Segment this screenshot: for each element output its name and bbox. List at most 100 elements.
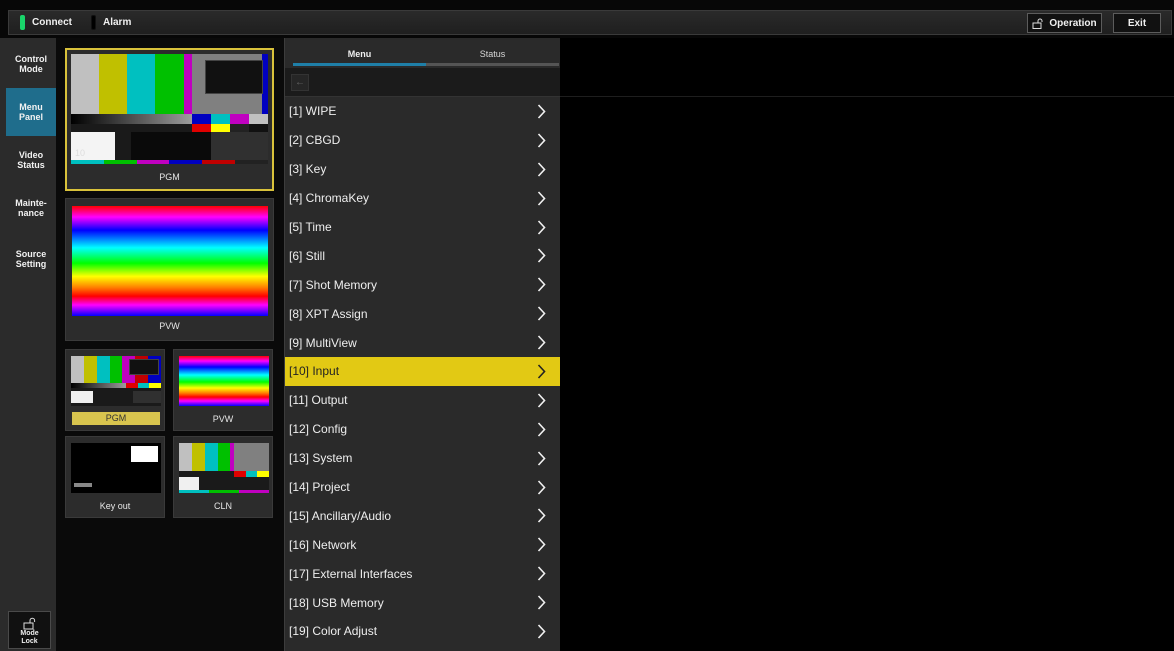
menu-item[interactable]: [19] Color Adjust bbox=[285, 617, 561, 646]
chevron-right-icon bbox=[537, 220, 546, 235]
menu-item[interactable]: [11] Output bbox=[285, 386, 561, 415]
alarm-label: Alarm bbox=[103, 17, 132, 28]
nav-label-line2: nance bbox=[17, 208, 44, 218]
nav-source-setting[interactable]: Source Setting bbox=[6, 235, 56, 283]
pvw-rainbow-image bbox=[72, 206, 268, 316]
unlock-icon bbox=[1032, 18, 1043, 29]
chevron-right-icon bbox=[537, 104, 546, 119]
connect-lamp-icon bbox=[20, 15, 25, 30]
menu-item[interactable]: [3] Key bbox=[285, 155, 561, 184]
chevron-right-icon bbox=[537, 508, 546, 524]
nav-control-mode[interactable]: Control Mode bbox=[6, 40, 56, 88]
menu-item-label: [13] System bbox=[289, 451, 353, 466]
menu-item[interactable]: [6] Still bbox=[285, 241, 561, 270]
menu-item-label: [19] Color Adjust bbox=[289, 624, 378, 639]
pvw-small-label: PVW bbox=[212, 414, 234, 424]
menu-item-label: [9] MultiView bbox=[289, 335, 357, 350]
unlock-icon bbox=[23, 617, 35, 630]
menu-item-label: [16] Network bbox=[289, 537, 357, 552]
pgm-color-bars-image: 10 bbox=[71, 54, 268, 164]
cln-image bbox=[179, 443, 269, 493]
cln-label: CLN bbox=[213, 501, 232, 511]
chevron-right-icon bbox=[537, 595, 546, 610]
menu-item[interactable]: [12] Config bbox=[285, 415, 561, 444]
chevron-right-icon bbox=[537, 162, 546, 177]
chevron-right-icon bbox=[537, 364, 546, 379]
menu-item-label: [14] Project bbox=[289, 480, 350, 495]
chevron-right-icon bbox=[537, 624, 546, 639]
chevron-right-icon bbox=[537, 335, 546, 350]
mode-lock-line2: Lock bbox=[21, 638, 38, 645]
keyout-image bbox=[71, 443, 161, 493]
menu-item[interactable]: [16] Network bbox=[285, 530, 561, 559]
menu-item[interactable]: [14] Project bbox=[285, 473, 561, 502]
menu-item[interactable]: [1] WIPE bbox=[285, 97, 561, 126]
menu-item-label: [8] XPT Assign bbox=[289, 306, 368, 321]
menu-item[interactable]: [10] Input bbox=[285, 357, 561, 386]
menu-item-label: [1] WIPE bbox=[289, 104, 337, 119]
status-bar: Connect Alarm Operation Exit bbox=[8, 10, 1172, 35]
mode-lock-button[interactable]: Mode Lock bbox=[8, 611, 51, 649]
keyout-monitor[interactable]: Key out bbox=[65, 436, 165, 518]
menu-item-label: [17] External Interfaces bbox=[289, 566, 413, 581]
operation-button[interactable]: Operation bbox=[1027, 13, 1102, 33]
pvw-label: PVW bbox=[159, 321, 180, 331]
nav-label-line1: Video bbox=[18, 150, 44, 160]
menu-item[interactable]: [13] System bbox=[285, 444, 561, 473]
alarm-indicator: Alarm bbox=[91, 15, 131, 30]
pgm-small-label: PGM bbox=[72, 412, 160, 425]
monitor-panel: 10 PGM PVW PGM PVW Key out CLN bbox=[56, 38, 284, 651]
pgm-small-monitor[interactable]: PGM bbox=[65, 349, 165, 431]
menu-item[interactable]: [7] Shot Memory bbox=[285, 270, 561, 299]
mode-lock-line1: Mode bbox=[20, 630, 39, 637]
menu-panel: Menu Status ← [1] WIPE [2] CBGD [3] Key [4]… bbox=[284, 38, 561, 651]
pvw-monitor[interactable]: PVW bbox=[65, 198, 274, 341]
pvw-small-monitor[interactable]: PVW bbox=[173, 349, 273, 431]
chevron-right-icon bbox=[537, 537, 546, 552]
chevron-right-icon bbox=[537, 133, 546, 148]
chevron-right-icon bbox=[537, 480, 546, 495]
menu-item[interactable]: [18] USB Memory bbox=[285, 588, 561, 617]
exit-button[interactable]: Exit bbox=[1113, 13, 1161, 33]
chevron-right-icon bbox=[537, 422, 546, 437]
nav-label-line2: Status bbox=[17, 160, 45, 170]
menu-item-label: [2] CBGD bbox=[289, 133, 341, 148]
connect-indicator: Connect bbox=[20, 15, 72, 30]
nav-label-line1: Source bbox=[15, 249, 47, 259]
pgm-monitor[interactable]: 10 PGM bbox=[65, 48, 274, 191]
nav-label-line1: Mainte- bbox=[15, 198, 47, 208]
tab-menu[interactable]: Menu bbox=[293, 46, 426, 66]
chevron-right-icon bbox=[537, 248, 546, 263]
exit-label: Exit bbox=[1127, 17, 1147, 29]
menu-item-label: [6] Still bbox=[289, 248, 326, 263]
menu-item[interactable]: [17] External Interfaces bbox=[285, 559, 561, 588]
nav-maintenance[interactable]: Mainte-nance bbox=[6, 184, 56, 232]
menu-list: [1] WIPE [2] CBGD [3] Key [4] ChromaKey [5] … bbox=[285, 97, 561, 646]
chevron-right-icon bbox=[537, 306, 546, 321]
back-button[interactable]: ← bbox=[291, 74, 309, 91]
nav-menu-panel[interactable]: Menu Panel bbox=[6, 88, 56, 136]
menu-item[interactable]: [9] MultiView bbox=[285, 328, 561, 357]
menu-item-label: [5] Time bbox=[289, 220, 332, 234]
pvw-small-image bbox=[179, 356, 269, 406]
chevron-right-icon bbox=[537, 393, 546, 408]
keyout-label: Key out bbox=[99, 501, 131, 511]
top-bar: Connect Alarm Operation Exit bbox=[0, 0, 1174, 38]
menu-item[interactable]: [5] Time bbox=[285, 213, 561, 242]
menu-item[interactable]: [8] XPT Assign bbox=[285, 299, 561, 328]
chevron-right-icon bbox=[537, 451, 546, 466]
menu-item-label: [4] ChromaKey bbox=[289, 191, 370, 206]
content-area bbox=[560, 38, 1174, 651]
left-navigation: Control Mode Menu Panel Video Status Mainte… bbox=[0, 38, 56, 651]
menu-item[interactable]: [4] ChromaKey bbox=[285, 184, 561, 213]
tab-status[interactable]: Status bbox=[426, 46, 559, 66]
menu-toolbar: ← bbox=[285, 68, 561, 97]
menu-item[interactable]: [2] CBGD bbox=[285, 126, 561, 155]
cln-monitor[interactable]: CLN bbox=[173, 436, 273, 518]
nav-label-line2: Mode bbox=[19, 64, 43, 74]
alarm-lamp-icon bbox=[91, 15, 96, 30]
connect-label: Connect bbox=[32, 17, 72, 28]
menu-item[interactable]: [15] Ancillary/Audio bbox=[285, 501, 561, 530]
nav-video-status[interactable]: Video Status bbox=[6, 136, 56, 184]
menu-item-label: [12] Config bbox=[289, 422, 348, 437]
